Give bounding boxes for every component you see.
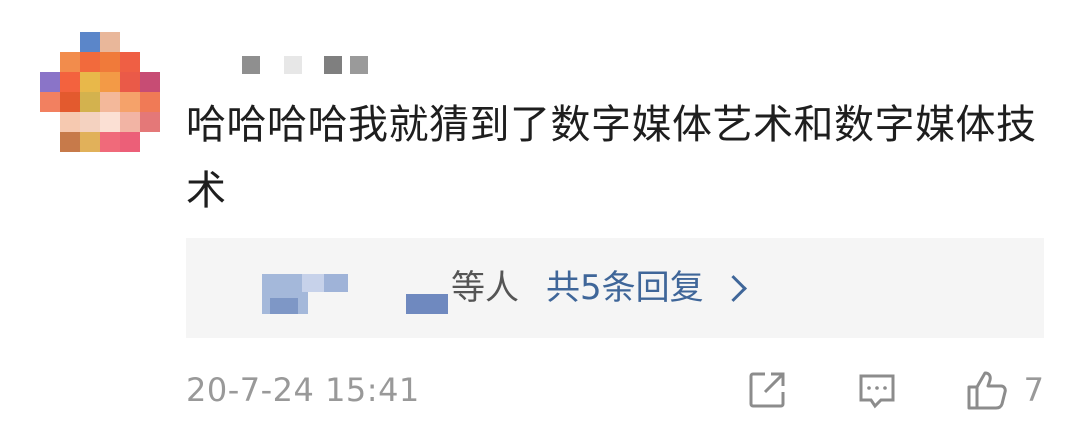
reply-etc-label: 等人: [451, 268, 519, 308]
comment-text: 哈哈哈哈我就猜到了数字媒体艺术和数字媒体技术: [186, 102, 1037, 214]
avatar[interactable]: [38, 32, 168, 157]
comment-actions: 7: [680, 364, 1044, 416]
comment-timestamp: 20-7-24 15:41: [186, 371, 420, 409]
reply-user-names: [256, 268, 448, 316]
like-count: 7: [1023, 371, 1044, 409]
username[interactable]: [238, 56, 398, 78]
reply-preview[interactable]: 等人 共5条回复: [186, 238, 1044, 338]
reply-count-label[interactable]: 共5条回复: [546, 266, 704, 310]
chevron-right-icon: [719, 274, 747, 302]
comment-icon[interactable]: [854, 367, 900, 413]
view-replies-link[interactable]: 共5条回复: [546, 266, 747, 310]
thumbs-up-icon[interactable]: [964, 367, 1010, 413]
share-icon[interactable]: [744, 367, 790, 413]
